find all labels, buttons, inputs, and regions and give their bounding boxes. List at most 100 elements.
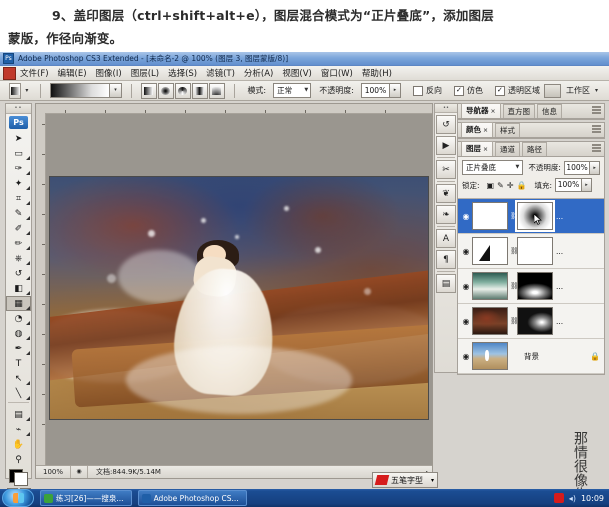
- zoom-level[interactable]: 100%: [36, 466, 71, 478]
- tool-presets-panel-icon[interactable]: ✂: [436, 160, 456, 179]
- toolbox-grip[interactable]: ••: [6, 104, 31, 114]
- table-row[interactable]: ◉ 背景 🔒: [458, 339, 604, 374]
- crop-tool[interactable]: ⌗: [6, 191, 31, 206]
- clone-stamp-tool[interactable]: ⎈: [6, 251, 31, 266]
- lock-all-icon[interactable]: 🔒: [517, 181, 527, 190]
- layers-tabs[interactable]: 图层× 通道 路径: [458, 142, 604, 157]
- gradient-tool-icon[interactable]: [9, 83, 21, 99]
- brush-tool[interactable]: ✏: [6, 236, 31, 251]
- table-row[interactable]: ◉ ⛓ ...: [458, 269, 604, 304]
- tray-ime-icon[interactable]: [554, 493, 564, 503]
- layer-mask-thumbnail[interactable]: [517, 237, 553, 265]
- clone-source-panel-icon[interactable]: ❧: [436, 205, 456, 224]
- opacity-stepper-icon[interactable]: ▸: [390, 83, 401, 98]
- windows-start-orb[interactable]: [2, 489, 34, 507]
- fill-stepper-icon[interactable]: ▸: [582, 178, 592, 192]
- taskbar-item-photoshop[interactable]: Adobe Photoshop CS...: [138, 490, 247, 506]
- hand-tool[interactable]: ✋: [6, 437, 31, 452]
- layer-thumbnail[interactable]: [472, 307, 508, 335]
- layer-thumbnail[interactable]: [472, 202, 508, 230]
- dither-checkbox[interactable]: ✓ 仿色: [454, 85, 483, 96]
- eraser-tool[interactable]: ◧: [6, 281, 31, 296]
- layer-name[interactable]: ...: [556, 212, 604, 221]
- history-panel-icon[interactable]: ↺: [436, 115, 456, 134]
- layer-name[interactable]: ...: [556, 317, 604, 326]
- palette-menu-icon[interactable]: [592, 144, 601, 152]
- taskbar-item-browser[interactable]: 练习[26]——搜泉...: [40, 490, 132, 506]
- healing-brush-tool[interactable]: ✐: [6, 221, 31, 236]
- menu-item-image[interactable]: 图像(I): [96, 67, 122, 79]
- table-row[interactable]: ◉ ⛓ ...: [458, 234, 604, 269]
- fill-input[interactable]: 100%: [555, 178, 582, 192]
- type-tool[interactable]: T: [6, 356, 31, 371]
- tool-preset-chevron-icon[interactable]: ▾: [25, 87, 28, 94]
- tab-color[interactable]: 颜色×: [461, 122, 493, 137]
- gradient-preview[interactable]: [50, 83, 110, 98]
- menu-item-view[interactable]: 视图(V): [282, 67, 311, 79]
- menu-item-analysis[interactable]: 分析(A): [244, 67, 273, 79]
- table-row[interactable]: ◉ ⛓ ...: [458, 304, 604, 339]
- gradient-tool[interactable]: ▦: [6, 296, 31, 311]
- lock-position-icon[interactable]: ✛: [507, 181, 514, 190]
- taskbar-clock[interactable]: 10:09: [581, 494, 604, 503]
- close-icon[interactable]: ×: [483, 127, 488, 134]
- chevron-down-icon[interactable]: ▾: [431, 477, 437, 484]
- link-mask-icon[interactable]: ⛓: [510, 212, 517, 220]
- layer-visibility-icon[interactable]: ◉: [460, 317, 472, 326]
- lock-transparency-icon[interactable]: ▣: [487, 181, 495, 190]
- opacity-input[interactable]: 100%: [361, 83, 390, 98]
- layer-mask-thumbnail[interactable]: [517, 202, 553, 230]
- color-tabs[interactable]: 颜色× 样式: [458, 123, 604, 138]
- tab-histogram[interactable]: 直方图: [503, 104, 536, 118]
- navigator-tabs[interactable]: 导航器× 直方图 信息: [458, 104, 604, 119]
- reflected-gradient-icon[interactable]: [192, 83, 208, 99]
- link-mask-icon[interactable]: ⛓: [510, 282, 517, 290]
- radial-gradient-icon[interactable]: [158, 83, 174, 99]
- reverse-checkbox[interactable]: 反向: [413, 85, 442, 96]
- checkbox-box[interactable]: ✓: [495, 86, 505, 96]
- tab-navigator[interactable]: 导航器×: [461, 103, 501, 118]
- table-row[interactable]: ◉ ⛓ ...: [458, 199, 604, 234]
- diamond-gradient-icon[interactable]: [209, 83, 225, 99]
- menu-item-select[interactable]: 选择(S): [168, 67, 197, 79]
- path-selection-tool[interactable]: ↖: [6, 371, 31, 386]
- menu-item-window[interactable]: 窗口(W): [321, 67, 353, 79]
- menu-item-filter[interactable]: 滤镜(T): [206, 67, 235, 79]
- zoom-tool[interactable]: ⚲: [6, 452, 31, 467]
- tab-styles[interactable]: 样式: [495, 123, 520, 137]
- toolbox[interactable]: •• Ps ➤ ▭ ✑ ✦ ⌗ ✎ ✐ ✏ ⎈ ↺ ◧ ▦ ◔ ◍ ✒ T ↖ …: [5, 103, 32, 479]
- close-icon[interactable]: ×: [483, 146, 488, 153]
- notes-tool[interactable]: ▤: [6, 407, 31, 422]
- layer-blend-mode-select[interactable]: 正片叠底: [462, 160, 523, 175]
- photoshop-menu-icon[interactable]: [3, 67, 16, 80]
- gradient-type-group[interactable]: [141, 83, 225, 99]
- linear-gradient-icon[interactable]: [141, 83, 157, 99]
- collapsed-dock[interactable]: •• ↺ ▶ ✂ ❦ ❧ A ¶ ▤: [434, 103, 458, 373]
- blur-tool[interactable]: ◔: [6, 311, 31, 326]
- move-tool[interactable]: ➤: [6, 131, 31, 146]
- tab-paths[interactable]: 路径: [522, 142, 547, 156]
- workspace-icon[interactable]: [544, 84, 561, 98]
- gradient-preset-picker[interactable]: ▾: [50, 83, 122, 98]
- palette-menu-icon[interactable]: [592, 106, 601, 114]
- layer-name[interactable]: 背景: [510, 351, 590, 362]
- layer-visibility-icon[interactable]: ◉: [460, 282, 472, 291]
- layer-visibility-icon[interactable]: ◉: [460, 212, 472, 221]
- tab-info[interactable]: 信息: [537, 104, 562, 118]
- speaker-icon[interactable]: ◂): [569, 494, 576, 503]
- lock-button-group[interactable]: ▣ ✎ ✛ 🔒: [487, 181, 527, 190]
- chevron-down-icon[interactable]: ▾: [595, 87, 598, 94]
- checkbox-box[interactable]: ✓: [454, 86, 464, 96]
- layer-visibility-icon[interactable]: ◉: [460, 247, 472, 256]
- link-mask-icon[interactable]: ⛓: [510, 317, 517, 325]
- layer-mask-thumbnail[interactable]: [517, 272, 553, 300]
- color-chips[interactable]: [9, 469, 28, 486]
- marquee-tool[interactable]: ▭: [6, 146, 31, 161]
- angle-gradient-icon[interactable]: [175, 83, 191, 99]
- dodge-tool[interactable]: ◍: [6, 326, 31, 341]
- layer-thumbnail[interactable]: [472, 272, 508, 300]
- slice-tool[interactable]: ✎: [6, 206, 31, 221]
- layer-opacity-stepper-icon[interactable]: ▸: [590, 161, 600, 175]
- magic-wand-tool[interactable]: ✦: [6, 176, 31, 191]
- pen-tool[interactable]: ✒: [6, 341, 31, 356]
